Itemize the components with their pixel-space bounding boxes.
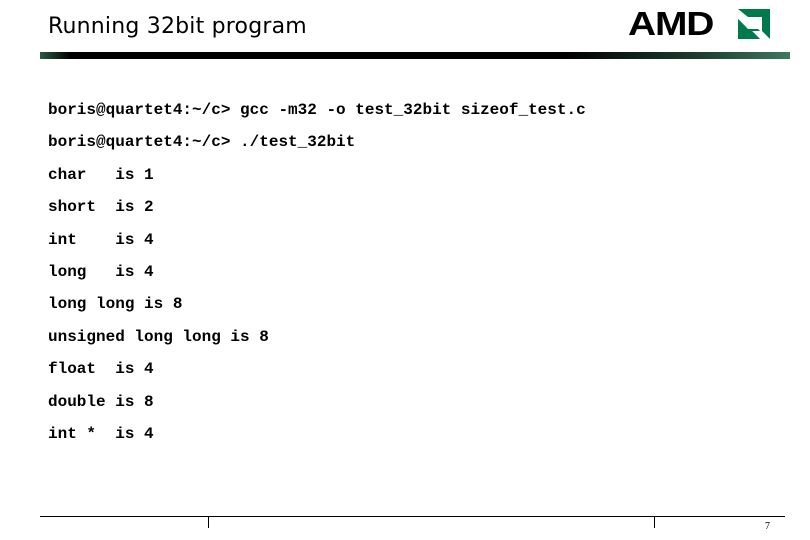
footer-tick-left (208, 516, 209, 528)
amd-arrow-icon (738, 9, 770, 39)
slide-title: Running 32bit program (48, 14, 307, 39)
terminal-line-int-pointer: int * is 4 (48, 424, 154, 443)
terminal-line-unsigned-long-long: unsigned long long is 8 (48, 327, 269, 346)
terminal-line-short: short is 2 (48, 198, 154, 217)
page-number: 7 (765, 521, 770, 532)
terminal-line-compile-command: boris@quartet4:~/c> gcc -m32 -o test_32b… (48, 101, 586, 119)
amd-logo: AMD (628, 5, 773, 42)
terminal-line-run-command: boris@quartet4:~/c> ./test_32bit (48, 133, 356, 152)
amd-logo-text: AMD (628, 5, 714, 42)
terminal-line-long: long is 4 (48, 262, 154, 281)
terminal-line-double: double is 8 (48, 392, 154, 411)
terminal-line-float: float is 4 (48, 360, 154, 379)
terminal-line-int: int is 4 (48, 230, 154, 249)
footer-divider (40, 516, 785, 517)
title-underline-bar (40, 52, 790, 59)
terminal-line-long-long: long long is 8 (48, 295, 183, 314)
terminal-line-char: char is 1 (48, 165, 154, 184)
terminal-output: boris@quartet4:~/c> gcc -m32 -o test_32b… (48, 98, 586, 454)
footer-tick-right (654, 516, 655, 528)
